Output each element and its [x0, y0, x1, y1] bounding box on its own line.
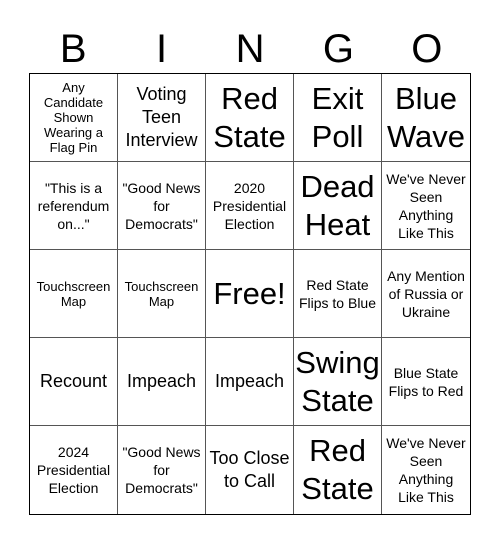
cell-label: Touchscreen Map [36, 278, 111, 309]
bingo-cell[interactable]: Impeach [118, 338, 206, 426]
bingo-cell[interactable]: Too Close to Call [206, 426, 294, 514]
cell-label: Blue State Flips to Red [388, 364, 464, 399]
bingo-cell[interactable]: Touchscreen Map [30, 250, 118, 338]
bingo-cell[interactable]: Blue Wave [382, 74, 470, 162]
cell-label: Free! [213, 275, 286, 311]
cell-label: Red State [301, 433, 374, 506]
bingo-cell[interactable]: Red State [206, 74, 294, 162]
bingo-cell[interactable]: Exit Poll [294, 74, 382, 162]
bingo-cell[interactable]: 2024 Presidential Election [30, 426, 118, 514]
bingo-cell[interactable]: "Good News for Democrats" [118, 426, 206, 514]
cell-label: Swing State [295, 344, 380, 418]
bingo-cell[interactable]: Any Mention of Russia or Ukraine [382, 250, 470, 338]
bingo-card-grid: Any Candidate Shown Wearing a Flag Pin Vo… [29, 73, 471, 515]
header-letter-o: O [411, 27, 443, 71]
cell-label: "Good News for Democrats" [122, 179, 201, 232]
bingo-cell[interactable]: "This is a referendum on..." [30, 162, 118, 250]
cell-label: "Good News for Democrats" [122, 444, 201, 496]
cell-label: Voting Teen Interview [125, 84, 198, 150]
bingo-cell[interactable]: Any Candidate Shown Wearing a Flag Pin [30, 74, 118, 162]
cell-label: Any Mention of Russia or Ukraine [387, 267, 465, 320]
cell-label: Recount [39, 371, 108, 391]
bingo-cell[interactable]: Red State [294, 426, 382, 514]
cell-label: Impeach [126, 371, 197, 391]
cell-label: 2020 Presidential Election [212, 179, 287, 232]
free-space-cell[interactable]: Free! [206, 250, 294, 338]
bingo-cell[interactable]: Dead Heat [294, 162, 382, 250]
bingo-cell[interactable]: Swing State [294, 338, 382, 426]
cell-label: Impeach [214, 371, 285, 391]
cell-label: Exit Poll [311, 80, 364, 154]
cell-label: "This is a referendum on..." [37, 179, 110, 232]
header-letter-g: G [322, 27, 354, 71]
bingo-cell[interactable]: Impeach [206, 338, 294, 426]
bingo-cell[interactable]: We've Never Seen Anything Like This [382, 426, 470, 514]
cell-label: Dead Heat [300, 168, 375, 242]
bingo-cell[interactable]: Blue State Flips to Red [382, 338, 470, 426]
cell-label: Any Candidate Shown Wearing a Flag Pin [43, 80, 104, 155]
bingo-cell[interactable]: 2020 Presidential Election [206, 162, 294, 250]
bingo-cell[interactable]: Voting Teen Interview [118, 74, 206, 162]
cell-label: 2024 Presidential Election [36, 444, 111, 496]
cell-label: Red State Flips to Blue [298, 276, 377, 311]
bingo-cell[interactable]: We've Never Seen Anything Like This [382, 162, 470, 250]
cell-label: Blue Wave [386, 80, 466, 154]
cell-label: We've Never Seen Anything Like This [386, 435, 466, 505]
bingo-cell[interactable]: Red State Flips to Blue [294, 250, 382, 338]
cell-label: Red State [213, 80, 286, 154]
header-letter-b: B [59, 27, 87, 71]
header-letter-n: N [235, 27, 265, 71]
header-letter-i: I [156, 27, 168, 71]
bingo-cell[interactable]: Recount [30, 338, 118, 426]
bingo-cell[interactable]: Touchscreen Map [118, 250, 206, 338]
cell-label: Touchscreen Map [124, 278, 199, 309]
bingo-header: B I N G O [29, 26, 471, 72]
cell-label: We've Never Seen Anything Like This [386, 170, 466, 241]
bingo-cell[interactable]: "Good News for Democrats" [118, 162, 206, 250]
cell-label: Too Close to Call [209, 448, 290, 491]
